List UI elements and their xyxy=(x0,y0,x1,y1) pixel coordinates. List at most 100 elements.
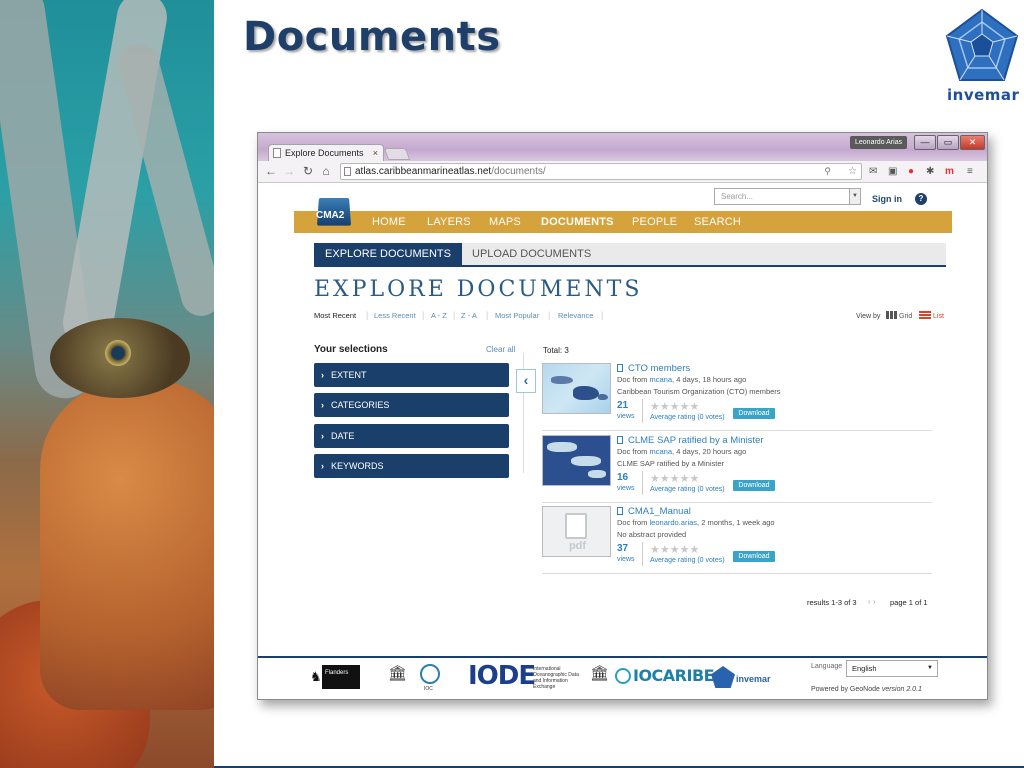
adblock-icon[interactable]: ● xyxy=(908,166,914,178)
flanders-label: Flanders xyxy=(322,665,360,689)
search-input[interactable]: Search... ▼ xyxy=(714,188,861,205)
address-bar[interactable]: atlas.caribbeanmarineatlas.net/documents… xyxy=(340,163,862,180)
back-arrow-icon[interactable]: ← xyxy=(264,164,278,179)
nav-maps[interactable]: MAPS xyxy=(489,216,521,228)
forward-arrow-icon[interactable]: → xyxy=(282,164,296,179)
sort-a-z[interactable]: A - Z xyxy=(431,311,447,320)
sort-most-popular[interactable]: Most Popular xyxy=(495,311,539,320)
collapse-filters-button[interactable]: ‹ xyxy=(516,369,536,393)
meta-prefix: Doc from xyxy=(617,518,650,527)
owner-link[interactable]: mcana xyxy=(650,375,673,384)
page-icon xyxy=(273,148,281,158)
nav-documents[interactable]: DOCUMENTS xyxy=(541,216,614,228)
mail-icon[interactable]: ✉ xyxy=(869,166,877,178)
document-icon xyxy=(617,507,623,515)
sort-less-recent[interactable]: Less Recent xyxy=(374,311,416,320)
document-thumbnail[interactable] xyxy=(542,363,611,414)
meta-date: , 4 days, 20 hours ago xyxy=(672,447,747,456)
document-title-link[interactable]: CMA1_Manual xyxy=(617,506,691,517)
language-select[interactable]: English ▼ xyxy=(846,660,938,677)
tab-title: Explore Documents xyxy=(285,148,364,158)
tab-close-icon[interactable]: × xyxy=(373,145,378,162)
rating-stars[interactable]: ★★★★★ xyxy=(650,543,699,556)
sort-separator: | xyxy=(486,310,489,320)
facet-keywords[interactable]: › KEYWORDS xyxy=(314,454,509,478)
browser-titlebar: Explore Documents × Leonardo Arias — ▭ ✕ xyxy=(258,133,987,162)
language-label: Language xyxy=(811,663,843,670)
page-indicator: page 1 of 1 xyxy=(890,598,928,607)
owner-link[interactable]: mcana xyxy=(650,447,673,456)
nav-home[interactable]: HOME xyxy=(372,216,406,228)
page-icon xyxy=(344,167,351,176)
close-window-button[interactable]: ✕ xyxy=(960,135,985,150)
profile-badge[interactable]: Leonardo Arias xyxy=(850,136,908,149)
document-title: CLME SAP ratified by a Minister xyxy=(628,435,764,446)
download-button[interactable]: Download xyxy=(733,408,775,419)
reload-icon[interactable]: ↻ xyxy=(301,164,315,179)
tab-explore-documents[interactable]: EXPLORE DOCUMENTS xyxy=(314,243,462,265)
help-icon[interactable]: ? xyxy=(915,193,927,205)
iode-subtitle: International Oceanographic Data and Inf… xyxy=(533,666,579,690)
nav-people[interactable]: PEOPLE xyxy=(632,216,677,228)
minimize-button[interactable]: — xyxy=(914,135,936,150)
star-icon[interactable]: ☆ xyxy=(848,164,857,179)
clear-all-link[interactable]: Clear all xyxy=(486,345,515,354)
invemar-icon xyxy=(711,666,735,688)
extension-icon[interactable]: ▣ xyxy=(888,166,897,178)
flanders-logo[interactable]: ♞ Flanders xyxy=(310,665,360,689)
sign-in-link[interactable]: Sign in xyxy=(872,194,902,204)
document-thumbnail[interactable] xyxy=(542,435,611,486)
logo-wordmark: invemar xyxy=(947,86,1020,104)
download-button[interactable]: Download xyxy=(733,480,775,491)
cma2-logo[interactable]: CMA2 xyxy=(314,197,354,231)
download-button[interactable]: Download xyxy=(733,551,775,562)
iocaribe-logo[interactable]: IOCARIBE xyxy=(633,666,715,685)
menu-icon[interactable]: ≡ xyxy=(967,166,973,178)
sort-most-recent[interactable]: Most Recent xyxy=(314,311,356,320)
rating-stars[interactable]: ★★★★★ xyxy=(650,400,699,413)
facet-date[interactable]: › DATE xyxy=(314,424,509,448)
language-value: English xyxy=(852,664,877,673)
owner-link[interactable]: leonardo.arias xyxy=(650,518,698,527)
grid-view-label[interactable]: Grid xyxy=(899,313,912,320)
sort-z-a[interactable]: Z - A xyxy=(461,311,477,320)
average-rating: Average rating (0 votes) xyxy=(650,414,725,421)
tab-upload-documents[interactable]: UPLOAD DOCUMENTS xyxy=(472,243,591,265)
results-range: results 1-3 of 3 xyxy=(807,598,857,607)
chevron-right-icon: › xyxy=(321,370,324,380)
grid-view-icon[interactable] xyxy=(886,311,898,319)
nav-search[interactable]: SEARCH xyxy=(694,216,741,228)
puzzle-icon[interactable]: ✱ xyxy=(926,166,934,178)
facet-extent[interactable]: › EXTENT xyxy=(314,363,509,387)
maximize-button[interactable]: ▭ xyxy=(937,135,959,150)
divider xyxy=(642,471,643,495)
list-view-label[interactable]: List xyxy=(933,313,944,320)
invemar-footer-logo[interactable]: invemar xyxy=(736,674,771,684)
pager-arrows[interactable]: ‹ › xyxy=(868,597,876,606)
facet-label: KEYWORDS xyxy=(331,461,384,471)
document-thumbnail[interactable]: pdf xyxy=(542,506,611,557)
browser-tab[interactable]: Explore Documents × xyxy=(268,144,384,162)
chevron-down-icon[interactable]: ▼ xyxy=(849,189,860,204)
document-title-link[interactable]: CTO members xyxy=(617,363,690,374)
new-tab-button[interactable] xyxy=(383,148,411,160)
document-title-link[interactable]: CLME SAP ratified by a Minister xyxy=(617,435,764,446)
document-icon xyxy=(617,364,623,372)
list-item: pdf CMA1_Manual Doc from leonardo.arias,… xyxy=(542,506,932,574)
ioc-logo[interactable] xyxy=(420,664,440,684)
facet-categories[interactable]: › CATEGORIES xyxy=(314,393,509,417)
m-extension-icon[interactable]: m xyxy=(945,166,954,178)
sort-separator: | xyxy=(366,310,369,320)
iode-logo[interactable]: IODE xyxy=(468,661,536,691)
list-view-icon[interactable] xyxy=(919,311,931,320)
nav-layers[interactable]: LAYERS xyxy=(427,216,471,228)
home-icon[interactable]: ⌂ xyxy=(319,164,333,179)
average-rating: Average rating (0 votes) xyxy=(650,557,725,564)
url-path: /documents/ xyxy=(491,166,546,177)
rating-stars[interactable]: ★★★★★ xyxy=(650,472,699,485)
chevron-down-icon: ▼ xyxy=(927,665,933,671)
sort-relevance[interactable]: Relevance xyxy=(558,311,593,320)
search-icon[interactable]: ⚲ xyxy=(824,164,831,179)
document-abstract: CLME SAP ratified by a Minister xyxy=(617,459,724,468)
chevron-right-icon: › xyxy=(321,400,324,410)
